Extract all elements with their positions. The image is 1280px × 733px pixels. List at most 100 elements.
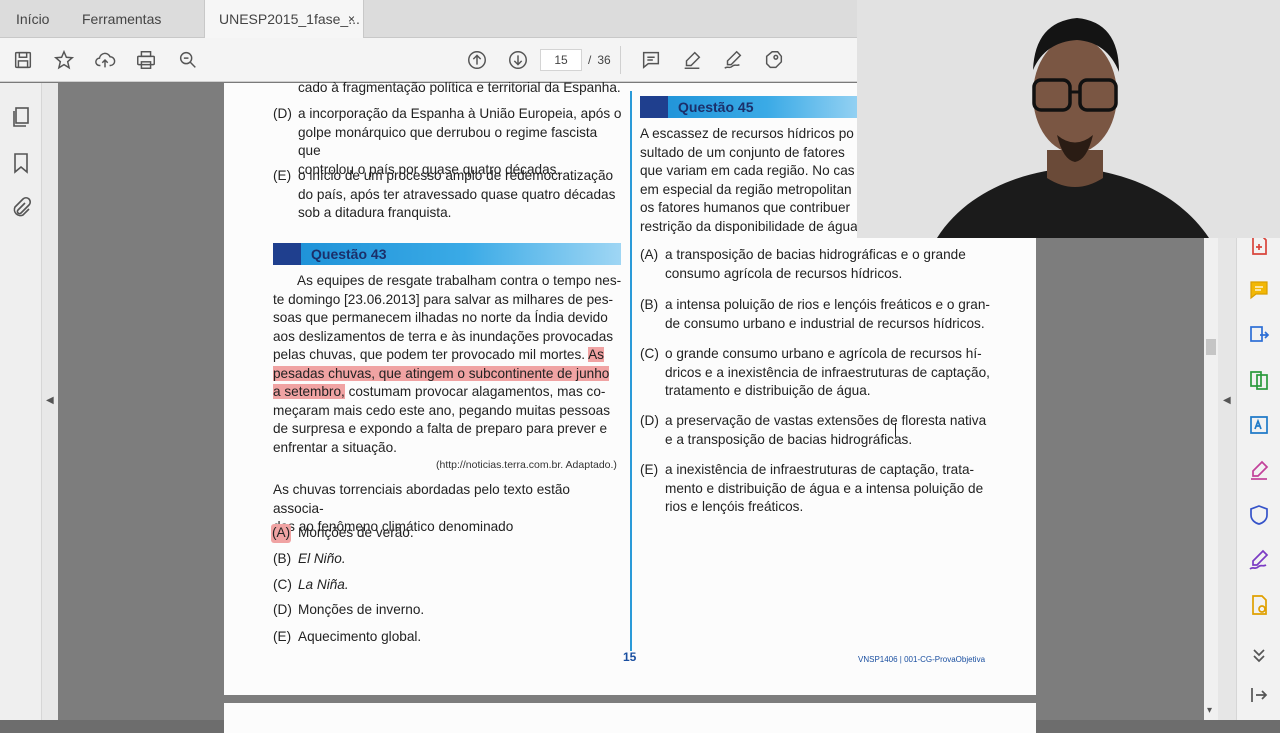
text-cursor [895,423,896,437]
page-number-input[interactable]: 15 [540,49,582,71]
comment-tool-icon[interactable] [1247,278,1271,302]
text-line: e a transposição de bacias hidrográficas… [665,431,913,447]
request-signature-icon[interactable] [1247,548,1271,572]
page-navigator: 15 / 36 [540,48,611,72]
scrollbar-thumb[interactable] [1206,339,1216,355]
scroll-down-icon[interactable]: ▾ [1207,705,1212,716]
organize-pages-icon[interactable] [1247,368,1271,392]
tab-tools[interactable]: Ferramentas [82,0,161,38]
bookmark-icon[interactable] [9,151,33,175]
highlighted-text[interactable]: As [588,347,604,362]
question-header-accent [273,243,301,265]
q45-option-e[interactable]: (E) a inexistência de infraestruturas de… [640,461,1000,519]
text-line: mento e distribuição de água e a intensa… [665,480,984,496]
option-label: (D) [640,413,659,428]
collapse-right-icon[interactable]: ◀ [1223,395,1231,406]
column-divider [630,91,632,651]
question-43-header: Questão 43 [273,243,621,265]
answer-option-d[interactable]: (D) Monções de inverno. [273,601,573,621]
text-line: aos deslizamentos de terra e às inundaçõ… [273,328,614,344]
text-line: te domingo [23.06.2013] para salvar as m… [273,291,614,307]
highlight-pen-icon[interactable] [679,47,705,73]
option-text: a inexistência de infraestruturas de cap… [665,461,983,517]
q45-option-d[interactable]: (D) a preservação de vastas extensões de… [640,412,1000,452]
pages-thumbnail-icon[interactable] [9,105,33,129]
text-line: As chuvas torrenciais abordadas pelo tex… [273,482,570,516]
collapse-panel-icon[interactable] [1247,683,1271,707]
left-panel-collapse[interactable]: ◀ [42,83,58,720]
text-line: soas que permanecem ilhadas no norte da … [273,310,608,325]
option-text: a preservação de vastas extensões de flo… [665,412,986,449]
text-line: meçaram mais cedo este ano, pegando muit… [273,402,611,418]
text-line: de consumo urbano e industrial de recurs… [665,315,985,331]
answer-option-c[interactable]: (C) La Niña. [273,576,573,596]
answer-option-e[interactable]: (E) Aquecimento global. [273,628,573,648]
answer-option-a[interactable]: (A) Monções de verão. [271,524,571,544]
more-tools-chevron-icon[interactable] [1247,643,1271,667]
fill-sign-icon[interactable] [761,47,787,73]
option-label: (A) [640,247,659,262]
send-for-review-icon[interactable] [1247,593,1271,617]
toolbar-divider [620,46,621,74]
fill-and-sign-icon[interactable] [1247,458,1271,482]
export-pdf-icon[interactable] [1247,323,1271,347]
prev-option-d: (D) a incorporação da Espanha à União Eu… [273,105,623,177]
text-line: pesadas chuvas, que atingem o subcontine… [273,365,623,384]
text-line: sob a ditadura franquista. [298,205,452,220]
webcam-overlay [857,0,1280,238]
question-header-accent [640,96,668,118]
exam-code: VNSP1406 | 001-CG-ProvaObjetiva [858,655,986,664]
highlighted-text[interactable]: pesadas chuvas, que atingem o subcontine… [273,365,610,381]
text-span: pelas chuvas, que podem ter provocado mi… [273,347,586,362]
comment-icon[interactable] [638,47,664,73]
option-label: (B) [640,297,659,312]
print-icon[interactable] [133,47,159,73]
q45-option-b[interactable]: (B) a intensa poluição de rios e lençóis… [640,296,1000,336]
text-span: costumam provocar alagamentos, mas co- [348,384,606,399]
star-icon[interactable] [51,47,77,73]
text-line: a transposição de bacias hidrográficas e… [665,247,966,262]
option-text: Aquecimento global. [298,629,422,644]
passage-source: (http://noticias.terra.com.br. Adaptado.… [436,459,617,471]
edit-pdf-icon[interactable] [1247,413,1271,437]
text-line: o grande consumo urbano e agrícola de re… [665,346,982,361]
attachment-icon[interactable] [9,196,33,220]
option-label: (D) [273,602,292,617]
option-text: a intensa poluição de rios e lençóis fre… [665,296,990,333]
text-line: que variam em cada região. No cas [640,163,855,178]
pdf-reader-window: Início Ferramentas UNESP2015_1fase_... × [0,0,1280,733]
next-pdf-page [224,703,1036,733]
option-label: (E) [273,168,292,183]
tab-document[interactable]: UNESP2015_1fase_... × [204,0,364,38]
tab-home[interactable]: Início [16,0,49,38]
q45-option-c[interactable]: (C) o grande consumo urbano e agrícola d… [640,345,1000,403]
text-line: a preservação de vastas extensões de flo… [665,413,987,428]
question-45-header: Questão 45 [640,96,870,118]
zoom-search-icon[interactable] [175,47,201,73]
protect-shield-icon[interactable] [1247,503,1271,527]
question-title: Questão 43 [311,246,387,262]
save-icon[interactable] [10,47,36,73]
option-text: El Niño. [298,551,346,566]
question-title: Questão 45 [678,99,754,115]
cloud-upload-icon[interactable] [92,47,118,73]
q45-option-a[interactable]: (A) a transposição de bacias hidrográfic… [640,246,1000,286]
text-line: o início de um processo amplo de redemoc… [298,168,614,183]
option-text: Monções de inverno. [298,602,425,617]
text-line: pelas chuvas, que podem ter provocado mi… [273,346,623,365]
text-line: consumo agrícola de recursos hídricos. [665,265,903,281]
collapse-left-icon[interactable]: ◀ [46,395,54,406]
sign-icon[interactable] [720,47,746,73]
highlighted-text[interactable]: a setembro, [273,384,345,399]
option-label: (A) [271,524,292,543]
option-text: Monções de verão. [298,525,414,540]
text-line: dricos e a inexistência de infraestrutur… [665,364,990,380]
text-line: rios e lençóis freáticos. [665,499,804,514]
close-tab-icon[interactable]: × [348,0,355,38]
page-up-icon[interactable] [464,47,490,73]
option-label: (E) [273,629,292,644]
answer-option-b[interactable]: (B) El Niño. [273,550,573,570]
page-separator: / [588,53,592,67]
option-label: (C) [273,577,292,592]
page-down-icon[interactable] [505,47,531,73]
